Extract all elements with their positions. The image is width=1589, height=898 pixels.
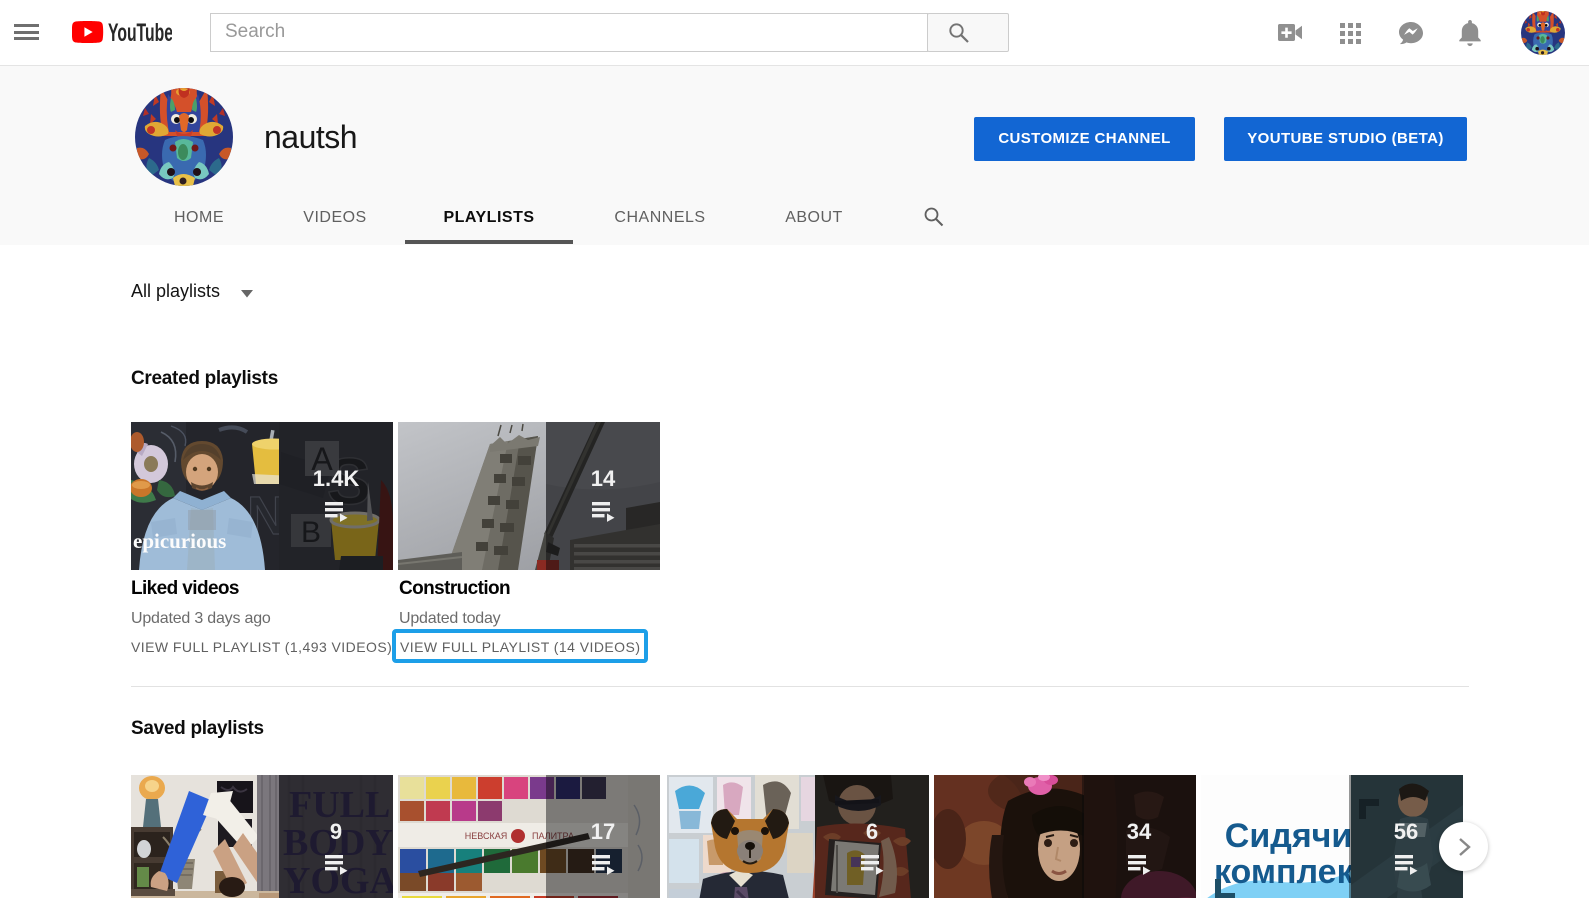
svg-text:НЕВСКАЯ: НЕВСКАЯ [465, 831, 507, 841]
svg-text:YouTube: YouTube [108, 21, 172, 43]
svg-text:epicurious: epicurious [133, 529, 226, 553]
